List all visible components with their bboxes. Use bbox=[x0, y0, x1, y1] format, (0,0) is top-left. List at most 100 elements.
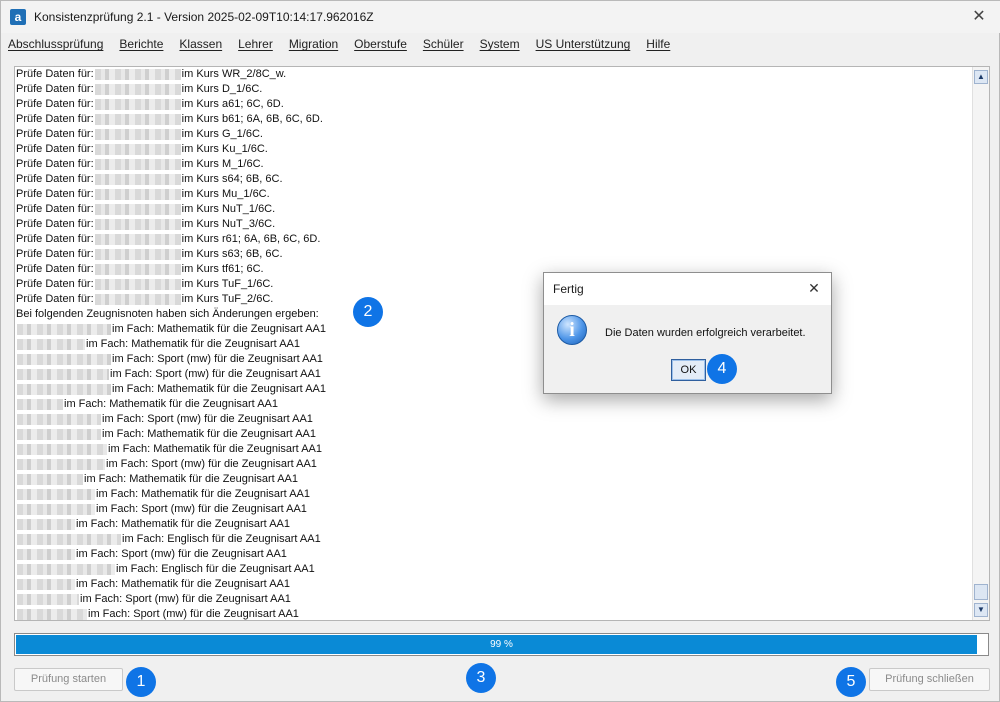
log-line-text: im Kurs Mu_1/6C. bbox=[181, 188, 270, 200]
log-line-prefix: Prüfe Daten für: bbox=[16, 233, 94, 245]
log-output[interactable]: Prüfe Daten für: im Kurs WR_2/8C_w. Prüfe … bbox=[14, 66, 990, 621]
log-lines: Prüfe Daten für: im Kurs WR_2/8C_w. Prüfe … bbox=[16, 67, 326, 620]
menu-schueler[interactable]: Schüler bbox=[423, 37, 464, 51]
menu-berichte[interactable]: Berichte bbox=[119, 37, 163, 51]
redacted-name bbox=[17, 579, 75, 590]
log-line: im Fach: Mathematik für die Zeugnisart A… bbox=[16, 427, 326, 442]
log-line-text: im Fach: Englisch für die Zeugnisart AA1 bbox=[116, 563, 315, 575]
redacted-name bbox=[94, 69, 181, 80]
log-line-text: im Fach: Mathematik für die Zeugnisart A… bbox=[86, 338, 300, 350]
dialog-close-button[interactable]: ✕ bbox=[805, 279, 823, 297]
log-line-text: im Kurs s63; 6B, 6C. bbox=[181, 248, 283, 260]
ok-button[interactable]: OK bbox=[671, 359, 706, 381]
progress-bar: 99 % bbox=[14, 633, 989, 656]
log-line: Prüfe Daten für: im Kurs tf61; 6C. bbox=[16, 262, 326, 277]
log-line-text: im Fach: Mathematik für die Zeugnisart A… bbox=[84, 473, 298, 485]
log-line: Prüfe Daten für: im Kurs b61; 6A, 6B, 6C,… bbox=[16, 112, 326, 127]
log-line-text: im Kurs TuF_1/6C. bbox=[181, 278, 274, 290]
done-dialog: Fertig ✕ i Die Daten wurden erfolgreich … bbox=[543, 272, 832, 394]
log-line-prefix: Prüfe Daten für: bbox=[16, 218, 94, 230]
progress-label: 99 % bbox=[490, 639, 513, 650]
redacted-name bbox=[94, 129, 181, 140]
close-check-button[interactable]: Prüfung schließen bbox=[869, 668, 990, 691]
log-line-prefix: Prüfe Daten für: bbox=[16, 203, 94, 215]
log-line-text: im Kurs D_1/6C. bbox=[181, 83, 263, 95]
menu-klassen[interactable]: Klassen bbox=[179, 37, 222, 51]
log-line: im Fach: Mathematik für die Zeugnisart A… bbox=[16, 337, 326, 352]
start-check-button[interactable]: Prüfung starten bbox=[14, 668, 123, 691]
step-marker-5: 5 bbox=[836, 667, 866, 697]
log-line-text: im Fach: Sport (mw) für die Zeugnisart A… bbox=[102, 413, 313, 425]
log-line: Prüfe Daten für: im Kurs WR_2/8C_w. bbox=[16, 67, 326, 82]
log-line-prefix: Prüfe Daten für: bbox=[16, 68, 94, 80]
log-line-text: im Fach: Mathematik für die Zeugnisart A… bbox=[112, 383, 326, 395]
log-line: im Fach: Mathematik für die Zeugnisart A… bbox=[16, 517, 326, 532]
redacted-name bbox=[94, 234, 181, 245]
menu-migration[interactable]: Migration bbox=[289, 37, 338, 51]
redacted-name bbox=[17, 474, 83, 485]
redacted-name bbox=[17, 414, 101, 425]
log-line: Prüfe Daten für: im Kurs TuF_1/6C. bbox=[16, 277, 326, 292]
log-line-text: im Fach: Sport (mw) für die Zeugnisart A… bbox=[110, 368, 321, 380]
redacted-name bbox=[94, 264, 181, 275]
log-line: im Fach: Sport (mw) für die Zeugnisart A… bbox=[16, 607, 326, 620]
log-line-text: im Fach: Mathematik für die Zeugnisart A… bbox=[96, 488, 310, 500]
menu-hilfe[interactable]: Hilfe bbox=[646, 37, 670, 51]
menu-oberstufe[interactable]: Oberstufe bbox=[354, 37, 407, 51]
redacted-name bbox=[17, 429, 101, 440]
window-title: Konsistenzprüfung 2.1 - Version 2025-02-… bbox=[34, 10, 374, 24]
app-icon: a bbox=[10, 9, 26, 25]
redacted-name bbox=[94, 99, 181, 110]
log-line-text: im Fach: Mathematik für die Zeugnisart A… bbox=[64, 398, 278, 410]
log-line-text: im Fach: Sport (mw) für die Zeugnisart A… bbox=[80, 593, 291, 605]
log-line-prefix: Prüfe Daten für: bbox=[16, 248, 94, 260]
window-close-button[interactable]: ✕ bbox=[969, 7, 989, 27]
log-line-prefix: Prüfe Daten für: bbox=[16, 113, 94, 125]
redacted-name bbox=[17, 384, 111, 395]
step-marker-3: 3 bbox=[466, 663, 496, 693]
redacted-name bbox=[17, 564, 115, 575]
log-scrollbar[interactable]: ▲ ▼ bbox=[972, 67, 989, 620]
dialog-message: Die Daten wurden erfolgreich verarbeitet… bbox=[605, 327, 806, 339]
log-line: Prüfe Daten für: im Kurs TuF_2/6C. bbox=[16, 292, 326, 307]
scroll-thumb[interactable] bbox=[974, 584, 988, 600]
log-line: im Fach: Mathematik für die Zeugnisart A… bbox=[16, 322, 326, 337]
log-line: Bei folgenden Zeugnisnoten haben sich Än… bbox=[16, 307, 326, 322]
menu-bar: Abschlussprüfung Berichte Klassen Lehrer… bbox=[1, 33, 1000, 55]
log-line-text: Bei folgenden Zeugnisnoten haben sich Än… bbox=[16, 308, 319, 320]
log-line-prefix: Prüfe Daten für: bbox=[16, 188, 94, 200]
log-line-text: im Kurs M_1/6C. bbox=[181, 158, 264, 170]
log-line: im Fach: Mathematik für die Zeugnisart A… bbox=[16, 487, 326, 502]
log-line-text: im Kurs NuT_1/6C. bbox=[181, 203, 276, 215]
log-line: im Fach: Mathematik für die Zeugnisart A… bbox=[16, 397, 326, 412]
log-line-text: im Kurs NuT_3/6C. bbox=[181, 218, 276, 230]
log-line: Prüfe Daten für: im Kurs s64; 6B, 6C. bbox=[16, 172, 326, 187]
scroll-up-button[interactable]: ▲ bbox=[974, 70, 988, 84]
menu-lehrer[interactable]: Lehrer bbox=[238, 37, 273, 51]
menu-abschlusspruefung[interactable]: Abschlussprüfung bbox=[8, 37, 103, 51]
title-bar: a Konsistenzprüfung 2.1 - Version 2025-0… bbox=[1, 1, 1000, 33]
log-line: Prüfe Daten für: im Kurs s63; 6B, 6C. bbox=[16, 247, 326, 262]
log-line-prefix: Prüfe Daten für: bbox=[16, 83, 94, 95]
log-line-text: im Kurs r61; 6A, 6B, 6C, 6D. bbox=[181, 233, 321, 245]
redacted-name bbox=[17, 369, 109, 380]
log-line: im Fach: Sport (mw) für die Zeugnisart A… bbox=[16, 367, 326, 382]
redacted-name bbox=[17, 534, 121, 545]
log-line-text: im Fach: Mathematik für die Zeugnisart A… bbox=[76, 578, 290, 590]
scroll-down-button[interactable]: ▼ bbox=[974, 603, 988, 617]
redacted-name bbox=[94, 294, 181, 305]
redacted-name bbox=[17, 354, 111, 365]
log-line-prefix: Prüfe Daten für: bbox=[16, 293, 94, 305]
log-line: im Fach: Englisch für die Zeugnisart AA1 bbox=[16, 532, 326, 547]
redacted-name bbox=[94, 174, 181, 185]
log-line-text: im Fach: Sport (mw) für die Zeugnisart A… bbox=[76, 548, 287, 560]
log-line-text: im Fach: Mathematik für die Zeugnisart A… bbox=[76, 518, 290, 530]
log-line-text: im Fach: Mathematik für die Zeugnisart A… bbox=[112, 323, 326, 335]
log-line: Prüfe Daten für: im Kurs Mu_1/6C. bbox=[16, 187, 326, 202]
redacted-name bbox=[17, 459, 105, 470]
menu-system[interactable]: System bbox=[480, 37, 520, 51]
redacted-name bbox=[17, 504, 95, 515]
log-line-prefix: Prüfe Daten für: bbox=[16, 263, 94, 275]
menu-us-unterstuetzung[interactable]: US Unterstützung bbox=[536, 37, 631, 51]
info-icon: i bbox=[557, 315, 587, 345]
